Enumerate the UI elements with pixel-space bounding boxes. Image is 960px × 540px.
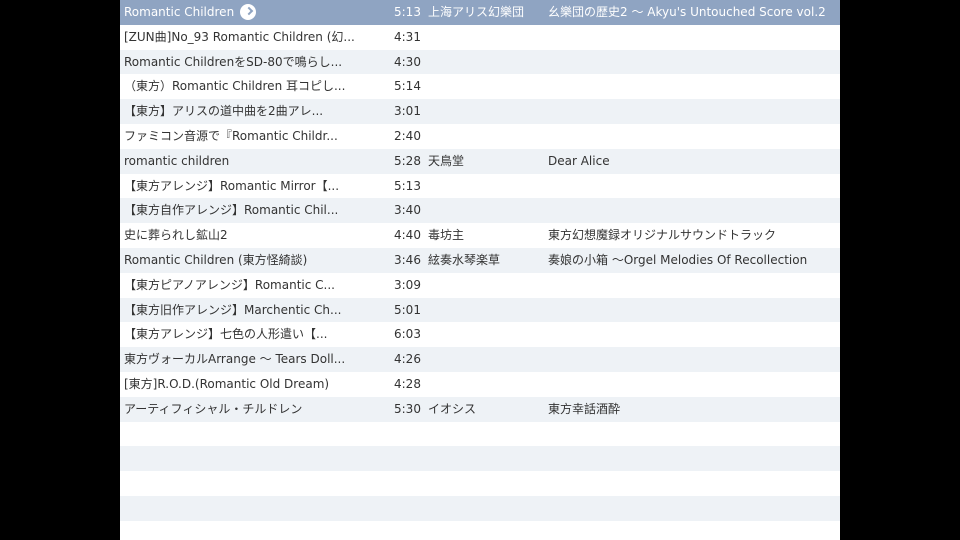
track-row[interactable]: romantic children 5:28 天鳥堂 Dear Alice <box>120 148 840 174</box>
track-row[interactable]: ファミコン音源で『Romantic Childr... 2:40 <box>120 123 840 149</box>
track-title: 【東方】アリスの道中曲を2曲アレ... <box>124 104 324 119</box>
track-album: 東方幻想魔録オリジナルサウンドトラック <box>548 228 777 243</box>
track-title: Romantic ChildrenをSD-80で鳴らし... <box>124 54 343 69</box>
track-row[interactable]: 【東方旧作アレンジ】Marchentic Ch... 5:01 <box>120 297 840 323</box>
track-album: 東方幸話酒酔 <box>548 401 621 416</box>
track-list: Romantic Children 5:13 上海アリス幻樂団 幺樂団の歴史2 … <box>120 0 840 540</box>
empty-row <box>120 471 840 496</box>
track-title: 東方ヴォーカルArrange ～ Tears Doll... <box>124 352 346 367</box>
player-window: Romantic Children 5:13 上海アリス幻樂団 幺樂団の歴史2 … <box>120 0 840 540</box>
track-duration: 3:40 <box>394 203 421 218</box>
track-title: ファミコン音源で『Romantic Childr... <box>124 128 338 143</box>
track-duration: 6:03 <box>394 327 421 342</box>
track-artist: 毒坊主 <box>428 228 465 243</box>
track-row[interactable]: （東方）Romantic Children 耳コピし... 5:14 <box>120 74 840 100</box>
track-artist: 上海アリス幻樂団 <box>428 5 525 19</box>
track-row[interactable]: 【東方自作アレンジ】Romantic Chil... 3:40 <box>120 198 840 224</box>
track-title: 【東方自作アレンジ】Romantic Chil... <box>124 203 339 218</box>
track-duration: 5:13 <box>394 5 421 19</box>
track-duration: 4:28 <box>394 376 421 391</box>
track-row[interactable]: アーティフィシャル・チルドレン 5:30 イオシス 東方幸話酒酔 <box>120 396 840 422</box>
empty-row <box>120 520 840 540</box>
track-row[interactable]: Romantic Children (東方怪綺談) 3:46 絃奏水琴楽草 奏娘… <box>120 247 840 273</box>
track-duration: 4:40 <box>394 228 421 243</box>
track-title: 【東方旧作アレンジ】Marchentic Ch... <box>124 302 342 317</box>
empty-row <box>120 446 840 472</box>
track-row[interactable]: [ZUN曲]No_93 Romantic Children (幻... 4:31 <box>120 24 840 50</box>
track-duration: 3:09 <box>394 277 421 292</box>
track-row[interactable]: 史に葬られし鉱山2 4:40 毒坊主 東方幻想魔録オリジナルサウンドトラック <box>120 223 840 248</box>
track-row[interactable]: [東方]R.O.D.(Romantic Old Dream) 4:28 <box>120 371 840 397</box>
track-duration: 4:26 <box>394 352 421 367</box>
track-duration: 5:13 <box>394 178 421 193</box>
track-row-selected[interactable]: Romantic Children 5:13 上海アリス幻樂団 幺樂団の歴史2 … <box>120 0 840 25</box>
track-duration: 3:01 <box>394 104 421 119</box>
track-duration: 5:30 <box>394 401 421 416</box>
track-album: Dear Alice <box>548 153 610 168</box>
track-duration: 5:14 <box>394 79 421 94</box>
track-title: 史に葬られし鉱山2 <box>124 228 228 243</box>
track-row[interactable]: Romantic ChildrenをSD-80で鳴らし... 4:30 <box>120 49 840 75</box>
track-artist: 天鳥堂 <box>428 153 465 168</box>
track-row[interactable]: 【東方アレンジ】Romantic Mirror【... 5:13 <box>120 173 840 199</box>
empty-row <box>120 421 840 447</box>
track-title: アーティフィシャル・チルドレン <box>124 401 303 416</box>
track-row[interactable]: 【東方ピアノアレンジ】Romantic C... 3:09 <box>120 272 840 298</box>
track-title: romantic children <box>124 153 230 168</box>
track-title: 【東方アレンジ】七色の人形遣い【... <box>124 327 328 342</box>
track-title: [ZUN曲]No_93 Romantic Children (幻... <box>124 29 355 44</box>
track-duration: 4:31 <box>394 29 421 44</box>
play-arrow-icon[interactable] <box>240 4 256 20</box>
track-duration: 4:30 <box>394 54 421 69</box>
track-album: 幺樂団の歴史2 ～ Akyu's Untouched Score vol.2 <box>548 5 826 19</box>
track-duration: 5:01 <box>394 302 421 317</box>
track-duration: 3:46 <box>394 252 421 267</box>
track-artist: 絃奏水琴楽草 <box>428 252 501 267</box>
track-row[interactable]: 【東方アレンジ】七色の人形遣い【... 6:03 <box>120 322 840 348</box>
track-album: 奏娘の小箱 ～Orgel Melodies Of Recollection <box>548 252 808 267</box>
track-artist: イオシス <box>428 401 477 416</box>
track-row[interactable]: 【東方】アリスの道中曲を2曲アレ... 3:01 <box>120 99 840 124</box>
track-title: Romantic Children (東方怪綺談) <box>124 252 308 267</box>
track-row[interactable]: 東方ヴォーカルArrange ～ Tears Doll... 4:26 <box>120 347 840 372</box>
track-title: 【東方アレンジ】Romantic Mirror【... <box>124 178 340 193</box>
track-duration: 2:40 <box>394 128 421 143</box>
track-title: （東方）Romantic Children 耳コピし... <box>124 79 346 94</box>
empty-row <box>120 495 840 521</box>
track-title: [東方]R.O.D.(Romantic Old Dream) <box>124 376 330 391</box>
track-duration: 5:28 <box>394 153 421 168</box>
track-title: 【東方ピアノアレンジ】Romantic C... <box>124 277 335 292</box>
